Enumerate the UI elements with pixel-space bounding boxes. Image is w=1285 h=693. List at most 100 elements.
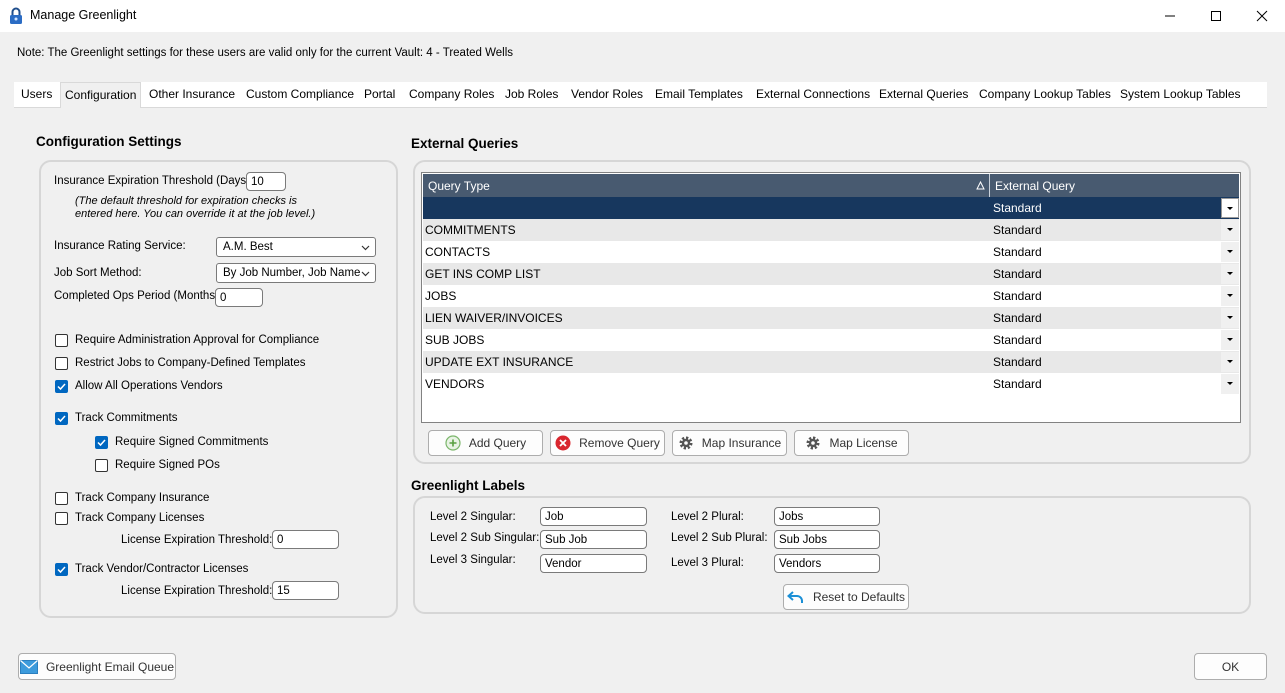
company-licenses-checkbox[interactable] xyxy=(55,512,68,525)
minimize-button[interactable] xyxy=(1147,0,1193,32)
completed-ops-input[interactable]: 0 xyxy=(215,288,263,307)
close-button[interactable] xyxy=(1239,0,1285,32)
signed-commitments-checkbox[interactable] xyxy=(95,436,108,449)
track-commitments-label: Track Commitments xyxy=(75,412,178,424)
row-dropdown-button[interactable] xyxy=(1221,264,1239,284)
row-dropdown-button[interactable] xyxy=(1221,220,1239,240)
row-dropdown-button[interactable] xyxy=(1221,286,1239,306)
track-commitments-checkbox[interactable] xyxy=(55,412,68,425)
tab-external-connections[interactable]: External Connections xyxy=(752,82,874,107)
signed-pos-checkbox[interactable] xyxy=(95,459,108,472)
level2-singular-input[interactable]: Job xyxy=(540,507,647,526)
external-query-cell[interactable]: Standard xyxy=(993,351,1042,373)
remove-icon xyxy=(555,435,571,451)
table-row[interactable]: JOBS Standard xyxy=(423,285,1239,307)
level2-sub-singular-label: Level 2 Sub Singular: xyxy=(430,532,540,544)
tab-email-templates[interactable]: Email Templates xyxy=(651,82,747,107)
level3-singular-input[interactable]: Vendor xyxy=(540,554,647,573)
row-dropdown-button[interactable] xyxy=(1221,352,1239,372)
tab-strip: Users Configuration Other Insurance Cust… xyxy=(14,82,1267,108)
external-query-cell[interactable]: Standard xyxy=(993,263,1042,285)
admin-approval-checkbox[interactable] xyxy=(55,334,68,347)
company-insurance-checkbox[interactable] xyxy=(55,492,68,505)
threshold-input[interactable]: 10 xyxy=(246,172,286,191)
minimize-icon xyxy=(1165,15,1175,17)
row-dropdown-button[interactable] xyxy=(1221,198,1239,218)
email-queue-button[interactable]: Greenlight Email Queue xyxy=(18,653,176,680)
row-dropdown-button[interactable] xyxy=(1221,374,1239,394)
column-divider xyxy=(989,174,990,197)
level2-plural-input[interactable]: Jobs xyxy=(774,507,880,526)
level2-sub-plural-input[interactable]: Sub Jobs xyxy=(774,530,880,549)
allow-all-ops-label: Allow All Operations Vendors xyxy=(75,380,223,392)
admin-approval-label: Require Administration Approval for Comp… xyxy=(75,334,320,346)
external-query-cell[interactable]: Standard xyxy=(993,219,1042,241)
level3-singular-label: Level 3 Singular: xyxy=(430,554,516,566)
signed-pos-label: Require Signed POs xyxy=(115,459,220,471)
gear-icon xyxy=(678,435,694,451)
external-query-cell[interactable]: Standard xyxy=(993,307,1042,329)
checkmark-icon xyxy=(57,415,66,423)
tab-portal[interactable]: Portal xyxy=(360,82,399,107)
table-row[interactable]: Standard xyxy=(423,197,1239,219)
external-query-cell[interactable]: Standard xyxy=(993,373,1042,395)
external-queries-grid[interactable]: Query Type External Query Standard COMMI… xyxy=(421,172,1241,423)
email-queue-label: Greenlight Email Queue xyxy=(45,659,175,674)
table-row[interactable]: CONTACTS Standard xyxy=(423,241,1239,263)
reset-to-defaults-button[interactable]: Reset to Defaults xyxy=(783,584,909,610)
vendor-license-threshold-input[interactable]: 15 xyxy=(272,581,339,600)
table-row[interactable]: LIEN WAIVER/INVOICES Standard xyxy=(423,307,1239,329)
table-row[interactable]: UPDATE EXT INSURANCE Standard xyxy=(423,351,1239,373)
level3-plural-input[interactable]: Vendors xyxy=(774,554,880,573)
restrict-jobs-checkbox[interactable] xyxy=(55,357,68,370)
ok-button[interactable]: OK xyxy=(1194,653,1267,680)
tab-company-roles[interactable]: Company Roles xyxy=(405,82,498,107)
external-query-cell[interactable]: Standard xyxy=(993,241,1042,263)
rating-service-select[interactable]: A.M. Best xyxy=(216,237,376,257)
checkmark-icon xyxy=(97,439,106,447)
map-insurance-button[interactable]: Map Insurance xyxy=(672,430,787,456)
rating-service-value: A.M. Best xyxy=(223,241,273,253)
vendor-license-threshold-label: License Expiration Threshold: xyxy=(121,585,273,597)
map-license-label: Map License xyxy=(829,436,898,450)
table-row[interactable]: VENDORS Standard xyxy=(423,373,1239,395)
dropdown-arrow-icon xyxy=(1227,228,1233,231)
table-row[interactable]: SUB JOBS Standard xyxy=(423,329,1239,351)
column-header-external-query[interactable]: External Query xyxy=(995,179,1075,193)
tab-custom-compliance[interactable]: Custom Compliance xyxy=(242,82,358,107)
table-row[interactable]: COMMITMENTS Standard xyxy=(423,219,1239,241)
job-sort-select[interactable]: By Job Number, Job Name xyxy=(216,263,376,283)
external-query-cell[interactable]: Standard xyxy=(993,285,1042,307)
allow-all-ops-checkbox[interactable] xyxy=(55,380,68,393)
tab-vendor-roles[interactable]: Vendor Roles xyxy=(567,82,647,107)
row-dropdown-button[interactable] xyxy=(1221,308,1239,328)
signed-commitments-label: Require Signed Commitments xyxy=(115,436,269,448)
envelope-icon xyxy=(19,659,38,674)
map-license-button[interactable]: Map License xyxy=(794,430,909,456)
tab-external-queries[interactable]: External Queries xyxy=(875,82,972,107)
query-type-cell: GET INS COMP LIST xyxy=(425,267,541,281)
add-query-button[interactable]: Add Query xyxy=(428,430,543,456)
table-row[interactable]: GET INS COMP LIST Standard xyxy=(423,263,1239,285)
external-query-cell[interactable]: Standard xyxy=(993,329,1042,351)
external-queries-title: External Queries xyxy=(411,136,519,151)
tab-other-insurance[interactable]: Other Insurance xyxy=(145,82,239,107)
level2-sub-singular-input[interactable]: Sub Job xyxy=(540,530,647,549)
tab-users[interactable]: Users xyxy=(17,82,56,107)
tab-job-roles[interactable]: Job Roles xyxy=(501,82,562,107)
dropdown-arrow-icon xyxy=(1227,272,1233,275)
row-dropdown-button[interactable] xyxy=(1221,242,1239,262)
company-license-threshold-input[interactable]: 0 xyxy=(272,530,339,549)
company-license-threshold-label: License Expiration Threshold: xyxy=(121,534,273,546)
column-header-query-type[interactable]: Query Type xyxy=(428,179,490,193)
maximize-button[interactable] xyxy=(1193,0,1239,32)
tab-configuration[interactable]: Configuration xyxy=(60,82,142,108)
remove-query-button[interactable]: Remove Query xyxy=(550,430,665,456)
vendor-licenses-checkbox[interactable] xyxy=(55,563,68,576)
row-dropdown-button[interactable] xyxy=(1221,330,1239,350)
close-icon xyxy=(1256,10,1268,22)
external-query-cell[interactable]: Standard xyxy=(993,197,1042,219)
sort-ascending-icon xyxy=(976,181,985,190)
tab-company-lookup-tables[interactable]: Company Lookup Tables xyxy=(975,82,1115,107)
tab-system-lookup-tables[interactable]: System Lookup Tables xyxy=(1116,82,1245,107)
